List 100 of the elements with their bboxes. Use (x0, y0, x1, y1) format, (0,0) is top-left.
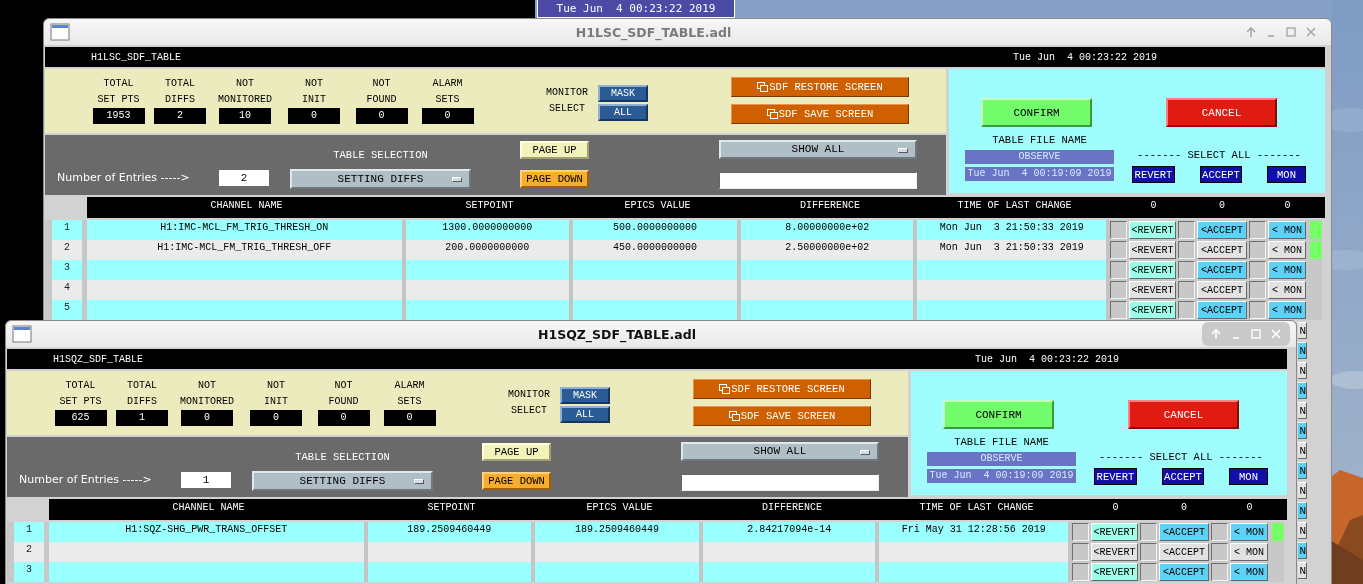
checkbox[interactable] (1072, 563, 1090, 581)
revert-button[interactable]: <REVERT (1091, 523, 1139, 541)
revert-button[interactable]: <REVERT (1091, 563, 1139, 581)
column-header: TIME OF LAST CHANGE (957, 200, 1072, 211)
checkbox[interactable] (1110, 241, 1128, 259)
checkbox[interactable] (1178, 221, 1196, 239)
mon-button[interactable]: N (1298, 362, 1307, 379)
checkbox[interactable] (1249, 301, 1266, 319)
monitor-button[interactable]: MASK (598, 85, 648, 102)
mon-button[interactable]: N (1298, 322, 1307, 339)
accept-button[interactable]: <ACCEPT (1197, 221, 1247, 239)
entries-field[interactable]: 2 (219, 170, 269, 186)
mon-button[interactable]: N (1298, 342, 1307, 359)
checkbox[interactable] (1140, 543, 1158, 561)
checkbox[interactable] (1178, 241, 1196, 259)
confirm-button[interactable]: CONFIRM (981, 98, 1092, 127)
monitor-button[interactable]: ALL (598, 104, 648, 121)
accept-button[interactable]: <ACCEPT (1197, 241, 1247, 259)
mon-button[interactable]: < MON (1230, 563, 1268, 581)
screen-button[interactable]: SDF SAVE SCREEN (731, 104, 909, 124)
checkbox[interactable] (1211, 523, 1228, 541)
checkbox[interactable] (1249, 221, 1266, 239)
monitor-button[interactable]: MASK (560, 387, 610, 404)
accept-button[interactable]: <ACCEPT (1159, 543, 1209, 561)
accept-button[interactable]: <ACCEPT (1197, 281, 1247, 299)
clock-bar: Tue Jun 4 00:23:22 2019 (537, 0, 735, 18)
revert-button[interactable]: <REVERT (1129, 301, 1177, 319)
mon-button[interactable]: N (1298, 462, 1307, 479)
select-all-button[interactable]: REVERT (1132, 166, 1175, 183)
cancel-button[interactable]: CANCEL (1128, 400, 1239, 429)
mon-button[interactable]: N (1298, 382, 1307, 399)
checkbox[interactable] (1249, 281, 1266, 299)
page-down-button[interactable]: PAGE DOWN (482, 472, 551, 490)
monitor-label: MONITOR SELECT (507, 388, 551, 418)
cancel-button[interactable]: CANCEL (1166, 98, 1277, 127)
table-selection-label: TABLE SELECTION (332, 148, 429, 162)
revert-button[interactable]: <REVERT (1129, 281, 1177, 299)
select-all-button[interactable]: MON (1267, 166, 1306, 183)
entries-field[interactable]: 1 (181, 472, 231, 488)
revert-button[interactable]: <REVERT (1129, 261, 1177, 279)
table-cell: 2.84217094e-14 (703, 522, 880, 542)
page-up-button[interactable]: PAGE UP (482, 443, 551, 461)
mon-button[interactable]: N (1298, 482, 1307, 499)
checkbox[interactable] (1110, 301, 1128, 319)
checkbox[interactable] (1140, 563, 1158, 581)
checkbox[interactable] (1110, 221, 1128, 239)
checkbox[interactable] (1110, 261, 1128, 279)
mon-button[interactable]: < MON (1230, 523, 1268, 541)
checkbox[interactable] (1072, 523, 1090, 541)
mon-button[interactable]: < MON (1268, 261, 1306, 279)
select-all-button[interactable]: ACCEPT (1162, 468, 1204, 485)
revert-button[interactable]: <REVERT (1129, 221, 1177, 239)
accept-button[interactable]: <ACCEPT (1159, 563, 1209, 581)
mon-button[interactable]: N (1298, 562, 1307, 579)
checkbox[interactable] (1211, 563, 1228, 581)
checkbox[interactable] (1178, 301, 1196, 319)
screen-button[interactable]: SDF SAVE SCREEN (693, 406, 871, 426)
checkbox[interactable] (1178, 281, 1196, 299)
mon-button[interactable]: < MON (1268, 221, 1306, 239)
select-all-button[interactable]: ACCEPT (1200, 166, 1242, 183)
mon-button[interactable]: N (1298, 542, 1307, 559)
checkbox[interactable] (1178, 261, 1196, 279)
revert-button[interactable]: <REVERT (1091, 543, 1139, 561)
mon-button[interactable]: < MON (1268, 241, 1306, 259)
mon-button[interactable]: N (1298, 502, 1307, 519)
accept-button[interactable]: <ACCEPT (1159, 523, 1209, 541)
monitor-button[interactable]: ALL (560, 406, 610, 423)
filter-field[interactable] (681, 474, 879, 491)
clock-text: Tue Jun 4 00:23:22 2019 (974, 353, 1119, 365)
filter-dropdown[interactable]: SHOW ALL (719, 140, 917, 159)
filter-dropdown[interactable]: SHOW ALL (681, 442, 879, 461)
select-all-button[interactable]: REVERT (1094, 468, 1137, 485)
checkbox[interactable] (1249, 261, 1266, 279)
screen-button[interactable]: SDF RESTORE SCREEN (693, 379, 871, 399)
select-all-button[interactable]: MON (1229, 468, 1268, 485)
column-header: CHANNEL NAME (172, 502, 245, 513)
mon-button[interactable]: < MON (1230, 543, 1268, 561)
checkbox[interactable] (1072, 543, 1090, 561)
stat-label: NOT FOUND (328, 379, 359, 409)
mon-button[interactable]: N (1298, 442, 1307, 459)
mon-button[interactable]: N (1298, 422, 1307, 439)
table-selection-dropdown[interactable]: SETTING DIFFS (290, 169, 471, 189)
accept-button[interactable]: <ACCEPT (1197, 301, 1247, 319)
accept-button[interactable]: <ACCEPT (1197, 261, 1247, 279)
mon-button[interactable]: N (1298, 402, 1307, 419)
checkbox[interactable] (1140, 523, 1158, 541)
screen-button[interactable]: SDF RESTORE SCREEN (731, 77, 909, 97)
page-up-button[interactable]: PAGE UP (520, 141, 589, 159)
revert-button[interactable]: <REVERT (1129, 241, 1177, 259)
page-down-button[interactable]: PAGE DOWN (520, 170, 589, 188)
checkbox[interactable] (1249, 241, 1266, 259)
mon-button[interactable]: < MON (1268, 281, 1306, 299)
confirm-button[interactable]: CONFIRM (943, 400, 1054, 429)
stat-value: 1 (116, 410, 168, 426)
checkbox[interactable] (1110, 281, 1128, 299)
checkbox[interactable] (1211, 543, 1228, 561)
mon-button[interactable]: N (1298, 522, 1307, 539)
filter-field[interactable] (719, 172, 917, 189)
table-selection-dropdown[interactable]: SETTING DIFFS (252, 471, 433, 491)
mon-button[interactable]: < MON (1268, 301, 1306, 319)
